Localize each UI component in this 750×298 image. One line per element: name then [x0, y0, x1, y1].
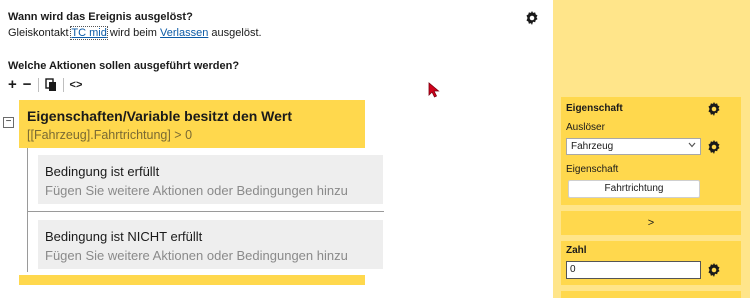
chevron-down-icon — [688, 140, 696, 153]
trigger-sentence: Gleiskontakt TC mid wird beim Verlassen … — [8, 26, 262, 40]
trigger-middle: wird beim — [109, 27, 157, 39]
property-button[interactable]: Fahrtrichtung — [568, 180, 700, 198]
number-section: Zahl 0 — [561, 241, 741, 285]
toolbar-divider — [37, 78, 39, 92]
contact-link[interactable]: TC mid — [70, 26, 108, 40]
false-branch-title: Bedingung ist NICHT erfüllt — [45, 229, 203, 244]
copy-icon[interactable] — [44, 78, 57, 92]
false-branch-hint: Fügen Sie weitere Aktionen oder Bedingun… — [45, 248, 348, 263]
condition-block[interactable]: Eigenschaften/Variable besitzt den Wert … — [19, 100, 365, 148]
number-gear-icon[interactable] — [707, 263, 721, 282]
collapse-toggle[interactable]: − — [3, 117, 14, 128]
property-gear-icon[interactable] — [707, 102, 721, 121]
true-branch-hint: Fügen Sie weitere Aktionen oder Bedingun… — [45, 183, 348, 198]
property-section-title: Eigenschaft — [566, 103, 623, 114]
trigger-select-value: Fahrzeug — [571, 141, 614, 152]
condition-title: Eigenschaften/Variable besitzt den Wert — [27, 108, 293, 124]
mouse-cursor-icon — [428, 82, 440, 103]
condition-expression: [[Fahrzeug].Fahrtrichtung] > 0 — [27, 128, 193, 142]
trigger-heading: Wann wird das Ereignis ausgelöst? — [8, 11, 193, 23]
code-view-button[interactable]: <> — [70, 79, 83, 91]
trigger-suffix: ausgelöst. — [211, 27, 262, 39]
condition-block-footer — [19, 275, 365, 285]
toolbar-divider — [62, 78, 64, 92]
true-branch-title: Bedingung ist erfüllt — [45, 164, 160, 179]
true-branch-card[interactable]: Bedingung ist erfüllt Fügen Sie weitere … — [38, 155, 383, 204]
trigger-gear-icon[interactable] — [707, 140, 721, 159]
event-link[interactable]: Verlassen — [160, 27, 208, 39]
trigger-settings-gear-icon[interactable] — [525, 11, 539, 30]
number-section-title: Zahl — [566, 245, 587, 256]
property-label: Eigenschaft — [566, 164, 619, 175]
false-branch-card[interactable]: Bedingung ist NICHT erfüllt Fügen Sie we… — [38, 220, 383, 269]
add-button[interactable]: + — [8, 77, 17, 93]
trigger-select[interactable]: Fahrzeug — [566, 138, 701, 155]
actions-heading: Welche Aktionen sollen ausgeführt werden… — [8, 60, 240, 72]
trigger-prefix: Gleiskontakt — [8, 27, 69, 39]
properties-panel: Eigenschaft Auslöser Fahrzeug Eigenschaf… — [553, 0, 750, 298]
number-input[interactable]: 0 — [566, 261, 701, 279]
branch-divider — [28, 211, 384, 212]
operator-button[interactable]: > — [561, 211, 741, 235]
tree-line — [27, 148, 28, 272]
property-section: Eigenschaft Auslöser Fahrzeug Eigenschaf… — [561, 97, 741, 205]
trigger-label: Auslöser — [566, 122, 605, 133]
remove-button[interactable]: − — [23, 77, 32, 93]
actions-toolbar: + − <> — [8, 77, 82, 93]
next-section — [561, 291, 741, 298]
